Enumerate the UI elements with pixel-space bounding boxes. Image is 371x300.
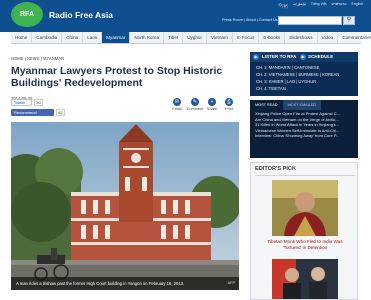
listen-label: LISTEN TO RFA [262, 54, 297, 59]
nav-item-uyghur[interactable]: Uyghur [183, 32, 207, 43]
facebook-recommend-button[interactable]: Recommend [11, 109, 54, 116]
nav-item-video[interactable]: Video [318, 32, 339, 43]
article-photo[interactable]: A man rides a trishaw past the former Hi… [11, 122, 239, 290]
header-links: Press Room | About | Contact Us [222, 18, 279, 22]
search-input[interactable] [278, 16, 342, 25]
editors-pick-panel: EDITOR'S PICK Tibetan Monk Who Fled to I… [250, 162, 358, 300]
channel-3-link[interactable]: CH. 3: KHMER | LAO | UYGHUR [256, 79, 316, 84]
share-label: Share [206, 107, 218, 111]
most-tabs: MOST READ MOST EMAILED [250, 100, 358, 110]
nav-item-commentaries[interactable]: Commentaries [338, 32, 371, 43]
nav-item-in-focus[interactable]: In Focus [233, 32, 260, 43]
link-separator: | [243, 18, 245, 22]
language-link-vietnamese[interactable]: Tiếng Việt [311, 2, 327, 12]
email-icon: ✉ [173, 98, 181, 106]
language-link-tibetan[interactable]: བོད་སྐད [279, 2, 288, 12]
schedule-label: SCHEDULE [308, 54, 334, 59]
recommend-label: Recommend [14, 110, 37, 115]
print-tool[interactable]: ⎙ Print [218, 98, 240, 111]
tweet-button[interactable]: Tweet [11, 99, 32, 106]
comment-icon: ✎ [191, 98, 199, 106]
channel-2-link[interactable]: CH. 2: VIETNAMESE | BURMESE | KOREAN [256, 72, 339, 77]
high-court-building-image [11, 122, 239, 290]
site-header: RFA Radio Free Asia བོད་སྐད ئۇيغۇرچە Tiế… [0, 0, 371, 32]
nav-item-vietnam[interactable]: Vietnam [207, 32, 233, 43]
logo-text: RFA [20, 11, 34, 18]
language-link-uyghur[interactable]: ئۇيغۇرچە [293, 2, 306, 12]
editors-pick-heading: EDITOR'S PICK [255, 166, 297, 172]
language-links: བོད་སྐད ئۇيغۇرچە Tiếng Việt ພາສາລາວ Engl… [279, 2, 363, 12]
tibetan-monk-image [272, 180, 338, 236]
most-read-item[interactable]: Xinjiang Police Open Fire at Protest Aga… [255, 111, 354, 117]
language-link-lao[interactable]: ພາສາລາວ [332, 2, 347, 12]
nav-item-myanmar[interactable]: Myanmar [102, 32, 131, 43]
schedule-icon: ▶ [300, 54, 306, 60]
most-read-item[interactable]: Interview: China 'Shunning Away' from Co… [255, 133, 354, 139]
print-icon: ⎙ [225, 98, 233, 106]
nav-item-cambodia[interactable]: Cambodia [32, 32, 63, 43]
nav-item-china[interactable]: China [62, 32, 84, 43]
tweet-count: 30 [34, 99, 43, 106]
play-icon: ▶ [253, 54, 259, 60]
about-link[interactable]: About [246, 18, 256, 22]
language-link-english[interactable]: English [352, 2, 363, 12]
search-icon: ⚲ [346, 17, 352, 23]
tab-most-emailed[interactable]: MOST EMAILED [282, 100, 322, 110]
channel-4-link[interactable]: CH. 4: TIBETAN [256, 86, 286, 91]
tab-most-read[interactable]: MOST READ [250, 100, 283, 110]
tweet-label: Tweet [14, 100, 25, 105]
search-button[interactable]: ⚲ [343, 16, 355, 25]
press-room-link[interactable]: Press Room [222, 18, 243, 22]
article-title: Myanmar Lawyers Protest to Stop Historic… [11, 65, 223, 89]
rfa-logo[interactable]: RFA [11, 2, 43, 27]
share-icon: + [208, 98, 216, 106]
nav-item-e-books[interactable]: E-books [259, 32, 286, 43]
leaders-image [272, 259, 338, 299]
nav-item-tibet[interactable]: Tibet [164, 32, 184, 43]
main-nav: Home Cambodia China Laos Myanmar North K… [11, 32, 371, 44]
schedule-button[interactable]: ▶ SCHEDULE [297, 52, 358, 62]
editors-pick-photo-2[interactable] [272, 259, 338, 299]
recommend-count: 82 [56, 109, 65, 116]
link-separator: | [256, 18, 258, 22]
editors-pick-photo[interactable] [272, 180, 338, 236]
most-read-panel: MOST READ MOST EMAILED Xinjiang Police O… [250, 100, 358, 158]
photo-caption: A man rides a trishaw past the former Hi… [11, 277, 239, 290]
nav-item-north-korea[interactable]: North Korea [130, 32, 165, 43]
divider [255, 175, 355, 176]
email-label: Email [172, 107, 182, 111]
nav-item-slideshows[interactable]: Slideshows [285, 32, 318, 43]
most-read-list: Xinjiang Police Open Fire at Protest Aga… [250, 110, 358, 139]
photo-credit: AFP [227, 281, 235, 285]
print-label: Print [225, 107, 233, 111]
nav-item-home[interactable]: Home [11, 32, 33, 43]
nav-item-laos[interactable]: Laos [83, 32, 103, 43]
site-name[interactable]: Radio Free Asia [49, 10, 113, 20]
contact-us-link[interactable]: Contact Us [259, 18, 278, 22]
channel-1-link[interactable]: CH. 1: MANDARIN | CANTONESE [256, 65, 319, 70]
breadcrumb[interactable]: HOME | NEWS | MYANMAR [11, 56, 64, 61]
editors-pick-caption[interactable]: Tibetan Monk Who Fled to India Was 'Tort… [261, 239, 349, 251]
